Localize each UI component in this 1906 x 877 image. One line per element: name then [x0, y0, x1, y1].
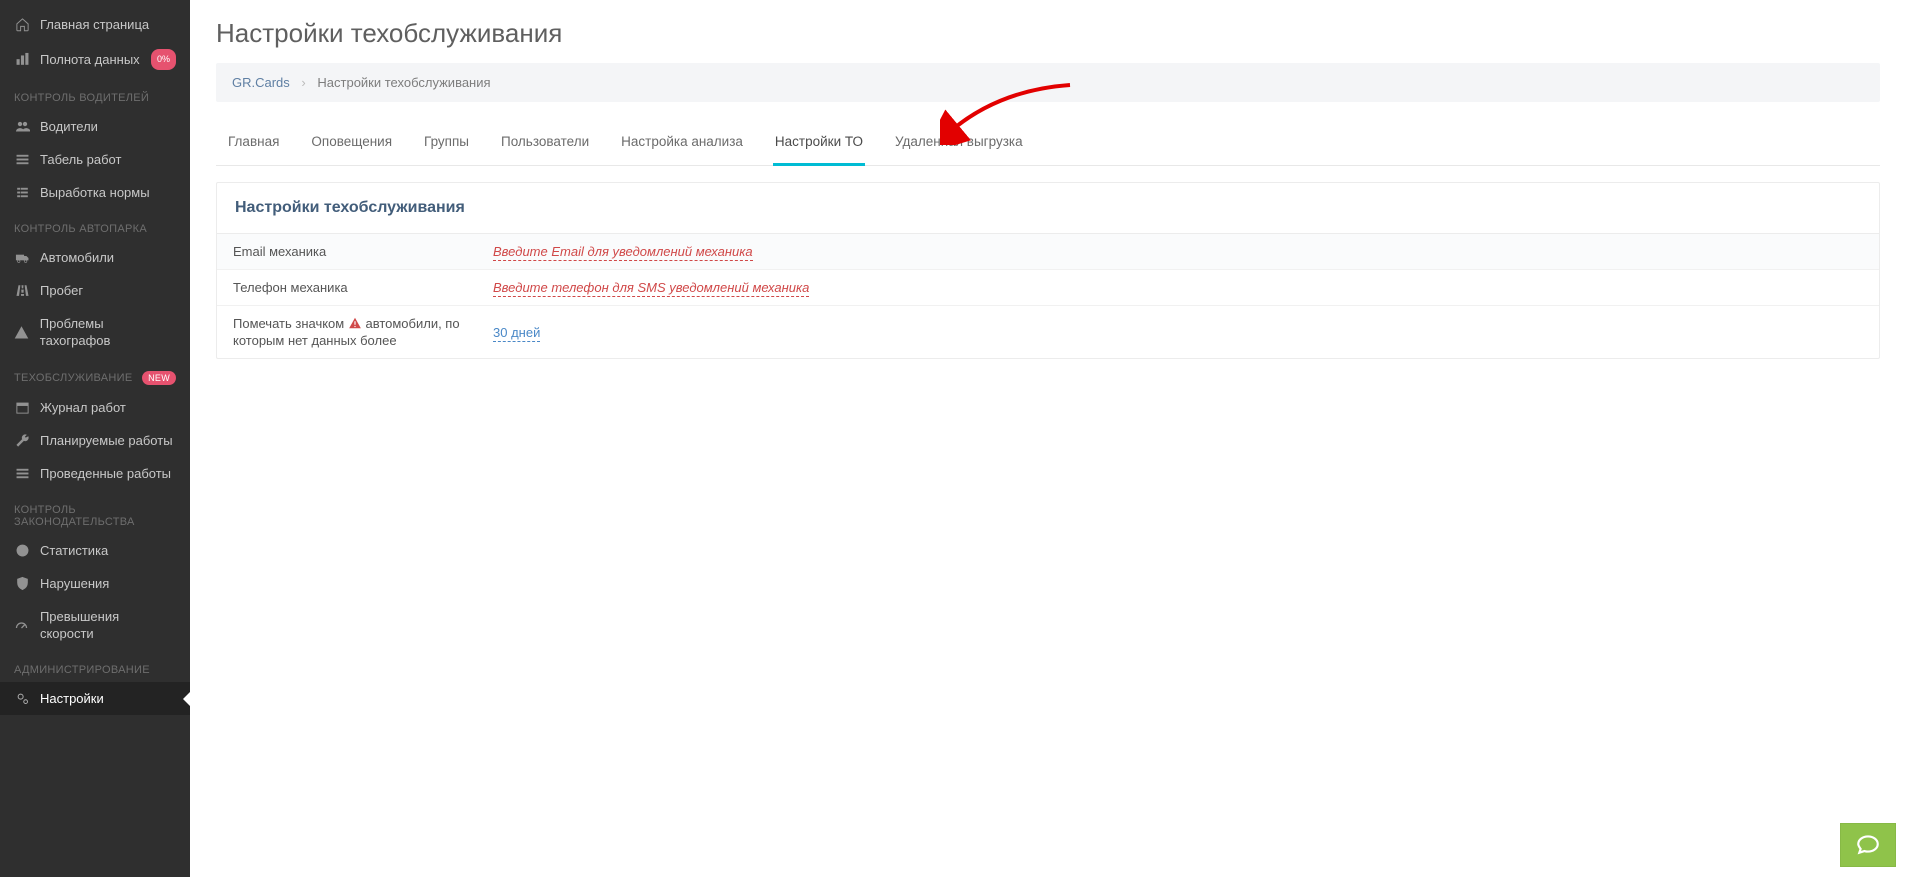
sidebar-item-label: Нарушения: [40, 575, 109, 592]
settings-panel: Настройки техобслуживания Email механика…: [216, 182, 1880, 359]
sidebar-item-label: Превышения скорости: [40, 608, 176, 642]
sidebar-item-label: Главная страница: [40, 16, 149, 33]
calendar-icon: [14, 400, 30, 416]
sidebar-item-home[interactable]: Главная страница: [0, 8, 190, 41]
row-email: Email механика Введите Email для уведомл…: [217, 234, 1879, 270]
phone-label: Телефон механика: [217, 270, 477, 306]
sidebar-item-stats[interactable]: Статистика: [0, 534, 190, 567]
email-label: Email механика: [217, 234, 477, 270]
row-phone: Телефон механика Введите телефон для SMS…: [217, 270, 1879, 306]
sidebar-section-admin: АДМИНИСТРИРОВАНИЕ: [0, 650, 190, 682]
tab-notifications[interactable]: Оповещения: [309, 126, 394, 166]
breadcrumb-current: Настройки техобслуживания: [317, 75, 490, 90]
wrench-icon: [14, 433, 30, 449]
chat-fab[interactable]: [1840, 823, 1896, 867]
alert-triangle-icon: [348, 316, 362, 333]
home-icon: [14, 17, 30, 33]
sidebar-item-data-completeness[interactable]: Полнота данных 0%: [0, 41, 190, 78]
tab-to-settings[interactable]: Настройки ТО: [773, 126, 865, 166]
row-mark: Помечать значком автомобили, по которым …: [217, 306, 1879, 359]
sidebar-section-law: КОНТРОЛЬ ЗАКОНОДАТЕЛЬСТВА: [0, 490, 190, 534]
page-title: Настройки техобслуживания: [216, 18, 1880, 49]
sidebar-item-speeding[interactable]: Превышения скорости: [0, 600, 190, 650]
sidebar-item-vehicles[interactable]: Автомобили: [0, 241, 190, 274]
sidebar-item-label: Автомобили: [40, 249, 114, 266]
sidebar-item-timesheet[interactable]: Табель работ: [0, 143, 190, 176]
sidebar-item-label: Проведенные работы: [40, 465, 171, 482]
mark-value-link[interactable]: 30 дней: [493, 325, 540, 342]
panel-title: Настройки техобслуживания: [217, 183, 1879, 234]
tab-main[interactable]: Главная: [226, 126, 281, 166]
sidebar-item-label: Полнота данных: [40, 51, 141, 68]
sidebar-item-drivers[interactable]: Водители: [0, 110, 190, 143]
users-icon: [14, 119, 30, 135]
tab-groups[interactable]: Группы: [422, 126, 471, 166]
road-icon: [14, 283, 30, 299]
tab-users[interactable]: Пользователи: [499, 126, 591, 166]
tab-remote[interactable]: Удаленная выгрузка: [893, 126, 1025, 166]
truck-icon: [14, 250, 30, 266]
list-icon: [14, 152, 30, 168]
sidebar-item-label: Статистика: [40, 542, 108, 559]
gauge-icon: [14, 617, 30, 633]
sidebar-item-label: Водители: [40, 118, 98, 135]
sidebar-section-drivers: КОНТРОЛЬ ВОДИТЕЛЕЙ: [0, 78, 190, 110]
sidebar: Главная страница Полнота данных 0% КОНТР…: [0, 0, 190, 877]
checklist-icon: [14, 466, 30, 482]
warning-icon: [14, 324, 30, 340]
section-label: ТЕХОБСЛУЖИВАНИЕ: [14, 372, 133, 384]
sidebar-item-norm[interactable]: Выработка нормы: [0, 176, 190, 209]
breadcrumb-separator: ›: [301, 75, 305, 90]
sidebar-item-mileage[interactable]: Пробег: [0, 274, 190, 307]
sidebar-item-label: Табель работ: [40, 151, 121, 168]
sidebar-item-planned[interactable]: Планируемые работы: [0, 424, 190, 457]
tab-analysis[interactable]: Настройка анализа: [619, 126, 745, 166]
sidebar-item-violations[interactable]: Нарушения: [0, 567, 190, 600]
sidebar-item-settings[interactable]: Настройки: [0, 682, 190, 715]
sidebar-item-done[interactable]: Проведенные работы: [0, 457, 190, 490]
sidebar-item-tacho[interactable]: Проблемы тахографов: [0, 307, 190, 357]
sidebar-item-label: Выработка нормы: [40, 184, 150, 201]
tabs: Главная Оповещения Группы Пользователи Н…: [216, 110, 1880, 166]
badge-new: NEW: [142, 371, 176, 385]
sidebar-item-label: Проблемы тахографов: [40, 315, 176, 349]
sidebar-section-maint: ТЕХОБСЛУЖИВАНИЕ NEW: [0, 357, 190, 391]
sidebar-item-label: Журнал работ: [40, 399, 126, 416]
phone-value-link[interactable]: Введите телефон для SMS уведомлений меха…: [493, 280, 809, 297]
chat-icon: [1855, 831, 1881, 860]
sidebar-section-fleet: КОНТРОЛЬ АВТОПАРКА: [0, 209, 190, 241]
sidebar-item-work-log[interactable]: Журнал работ: [0, 391, 190, 424]
pie-icon: [14, 543, 30, 559]
shield-icon: [14, 576, 30, 592]
mark-label: Помечать значком автомобили, по которым …: [217, 306, 477, 359]
breadcrumb: GR.Cards › Настройки техобслуживания: [216, 63, 1880, 102]
main-content: Настройки техобслуживания GR.Cards › Нас…: [190, 0, 1906, 877]
sidebar-item-label: Пробег: [40, 282, 83, 299]
settings-table: Email механика Введите Email для уведомл…: [217, 234, 1879, 358]
bar-chart-icon: [14, 52, 30, 68]
sidebar-item-label: Планируемые работы: [40, 432, 173, 449]
tasks-icon: [14, 185, 30, 201]
breadcrumb-root[interactable]: GR.Cards: [232, 75, 290, 90]
sidebar-item-label: Настройки: [40, 690, 104, 707]
gears-icon: [14, 691, 30, 707]
badge-percent: 0%: [151, 49, 176, 70]
email-value-link[interactable]: Введите Email для уведомлений механика: [493, 244, 753, 261]
